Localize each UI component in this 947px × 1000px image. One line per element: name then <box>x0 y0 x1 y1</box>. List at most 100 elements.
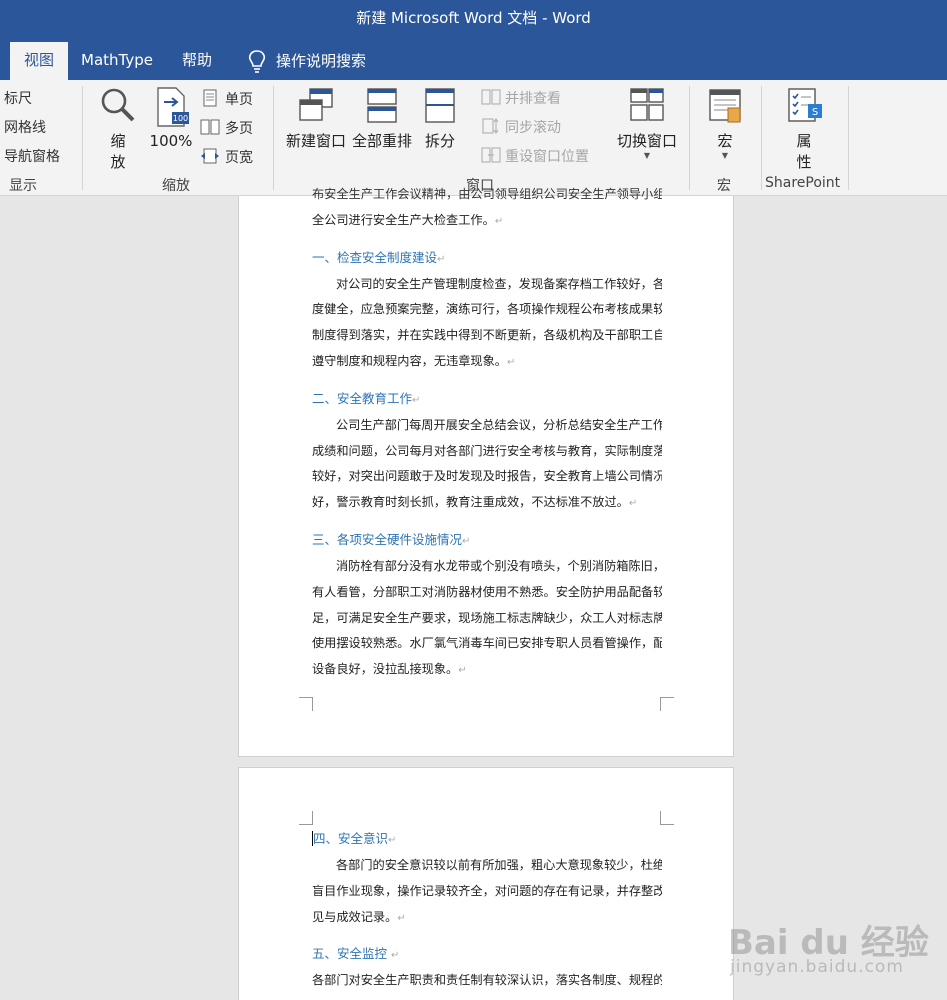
text-line-content: 遵守制度和规程内容，无违章现象。 <box>312 353 507 368</box>
paragraph-mark-icon: ↵ <box>412 394 421 406</box>
reset-position-icon <box>481 147 501 167</box>
arrange-all-icon <box>367 88 397 123</box>
paragraph-mark-icon: ↵ <box>391 950 400 962</box>
page-width-button[interactable]: 页宽 <box>225 147 253 167</box>
tell-me-label: 操作说明搜索 <box>276 52 367 70</box>
new-window-icon <box>299 88 333 121</box>
text-line: 遵守制度和规程内容，无违章现象。↵ <box>312 348 662 374</box>
heading-2: 二、安全教育工作↵ <box>312 386 662 412</box>
macros-icon <box>709 89 741 123</box>
one-page-button[interactable]: 单页 <box>225 89 253 109</box>
tab-help[interactable]: 帮助 <box>168 42 226 80</box>
heading-text: 五、安全监控 <box>312 946 388 962</box>
text-line: 各部门对安全生产职责和责任制有较深认识，落实各制度、规程的自 <box>312 973 662 988</box>
margin-corner-mark <box>660 697 674 711</box>
heading-1: 一、检查安全制度建设↵ <box>312 245 662 271</box>
arrange-all-label: 全部重排 <box>351 132 412 150</box>
paragraph-mark-icon: ↵ <box>494 215 504 227</box>
zoom-button[interactable]: 缩 放 <box>98 86 138 172</box>
properties-button[interactable]: S 属 性 <box>784 86 824 172</box>
paragraph-2: 公司生产部门每周开展安全总结会议，分析总结安全生产工作的 成绩和问题，公司每月对… <box>312 412 662 515</box>
ribbon-tabs: 视图 MathType 帮助 操作说明搜索 <box>0 38 947 80</box>
paragraph-mark-icon: ↵ <box>437 253 446 265</box>
sync-scroll-icon <box>481 118 501 138</box>
page-width-icon <box>200 147 220 169</box>
group-label-sharepoint: SharePoint <box>765 175 841 191</box>
ribbon-view: 标尺 网格线 导航窗格 显示 缩 放 100 100% 单页 多页 页宽 缩放 … <box>0 80 947 196</box>
view-side-by-side-button[interactable]: 并排查看 <box>505 88 561 108</box>
chevron-down-icon: ▼ <box>721 151 729 160</box>
split-icon <box>425 88 455 123</box>
paragraph-mark-icon: ↵ <box>397 912 406 924</box>
text-line-content: 见与成效记录。 <box>312 909 398 924</box>
group-separator <box>82 86 83 190</box>
zoom-100-button[interactable]: 100 100% <box>148 86 194 150</box>
switch-windows-button[interactable]: 切换窗口 ▼ <box>614 86 680 160</box>
text-line: 成绩和问题，公司每月对各部门进行安全考核与教育，实际制度落实 <box>312 443 662 458</box>
text-line: 使用摆设较熟悉。水厂氯气消毒车间已安排专职人员看管操作，配电 <box>312 636 662 651</box>
reset-window-position-button[interactable]: 重设窗口位置 <box>505 146 589 166</box>
zoom-100-icon: 100 <box>157 87 189 127</box>
arrange-all-button[interactable]: 全部重排 <box>350 86 414 151</box>
magnifier-icon <box>101 88 135 122</box>
one-page-icon <box>202 89 218 111</box>
group-separator <box>848 86 849 190</box>
paragraph-5: 各部门对安全生产职责和责任制有较深认识，落实各制度、规程的自 <box>312 967 662 993</box>
paragraph-mark-icon: ↵ <box>462 535 471 547</box>
text-line: 各部门的安全意识较以前有所加强，粗心大意现象较少，杜绝了 <box>336 858 662 872</box>
properties-label-2: 性 <box>796 153 812 171</box>
paragraph-mark-icon: ↵ <box>507 356 516 368</box>
heading-5: 五、安全监控 ↵ <box>312 941 662 967</box>
new-window-label: 新建窗口 <box>285 132 346 150</box>
margin-corner-mark <box>299 697 313 711</box>
navigation-pane-checkbox[interactable]: 导航窗格 <box>4 146 60 166</box>
chevron-down-icon: ▼ <box>643 151 651 160</box>
text-line: 消防栓有部分没有水龙带或个别没有喷头，个别消防箱陈旧，没 <box>336 558 662 573</box>
gridlines-checkbox[interactable]: 网格线 <box>4 117 46 137</box>
text-line: 制度得到落实，并在实践中得到不断更新，各级机构及干部职工自觉 <box>312 328 662 343</box>
margin-corner-mark <box>660 811 674 825</box>
group-separator <box>689 86 690 190</box>
split-button[interactable]: 拆分 <box>418 86 462 151</box>
text-line: 有人看管，分部职工对消防器材使用不熟悉。安全防护用品配备较充 <box>312 584 662 599</box>
text-line: 好，警示教育时刻长抓，教育注重成效，不达标准不放过。↵ <box>312 489 662 515</box>
multiple-pages-button[interactable]: 多页 <box>225 118 253 138</box>
tell-me-search[interactable]: 操作说明搜索 <box>232 42 380 80</box>
group-label-macros: 宏 <box>717 178 731 194</box>
margin-corner-mark <box>299 811 313 825</box>
zoom-label-1: 缩 <box>110 132 126 150</box>
group-separator <box>273 86 274 190</box>
text-line: 盲目作业现象，操作记录较齐全，对问题的存在有记录，并存整改意 <box>312 883 662 898</box>
text-line: 对公司的安全生产管理制度检查，发现备案存档工作较好，各制 <box>336 276 662 291</box>
paragraph-4: 各部门的安全意识较以前有所加强，粗心大意现象较少，杜绝了 盲目作业现象，操作记录… <box>312 852 662 929</box>
new-window-button[interactable]: 新建窗口 <box>284 86 348 151</box>
paragraph-1: 对公司的安全生产管理制度检查，发现备案存档工作较好，各制 度健全，应急预案完整，… <box>312 271 662 374</box>
switch-windows-icon <box>630 88 664 121</box>
group-separator <box>761 86 762 190</box>
tab-mathtype[interactable]: MathType <box>67 42 167 80</box>
document-body-page2: 四、安全意识↵ 各部门的安全意识较以前有所加强，粗心大意现象较少，杜绝了 盲目作… <box>312 826 662 993</box>
text-line: 布安全生产工作会议精神，由公司领导组织公司安全生产领导小组对 <box>312 187 662 201</box>
text-line: 见与成效记录。↵ <box>312 904 662 930</box>
paragraph-mark-icon: ↵ <box>388 835 397 846</box>
tab-view[interactable]: 视图 <box>10 42 69 80</box>
text-line: 较好，对突出问题敢于及时发现及时报告，安全教育上墙公司情况良 <box>312 469 662 484</box>
group-label-show: 显示 <box>9 178 37 194</box>
heading-4: 四、安全意识↵ <box>312 826 662 852</box>
heading-3: 三、各项安全硬件设施情况↵ <box>312 527 662 553</box>
ruler-checkbox[interactable]: 标尺 <box>4 88 32 108</box>
macros-label: 宏 <box>717 132 733 150</box>
document-body-top: 布安全生产工作会议精神，由公司领导组织公司安全生产领导小组对 全公司进行安全生产… <box>312 181 662 682</box>
group-label-zoom: 缩放 <box>162 178 190 194</box>
macros-button[interactable]: 宏 ▼ <box>705 86 745 160</box>
synchronous-scrolling-button[interactable]: 同步滚动 <box>505 117 561 137</box>
paragraph-intro: 布安全生产工作会议精神，由公司领导组织公司安全生产领导小组对 全公司进行安全生产… <box>312 181 662 233</box>
watermark-url: jingyan.baidu.com <box>730 957 904 977</box>
switch-windows-label: 切换窗口 <box>616 132 677 150</box>
paragraph-3: 消防栓有部分没有水龙带或个别没有喷头，个别消防箱陈旧，没 有人看管，分部职工对消… <box>312 553 662 682</box>
zoom-100-label: 100% <box>149 132 193 150</box>
